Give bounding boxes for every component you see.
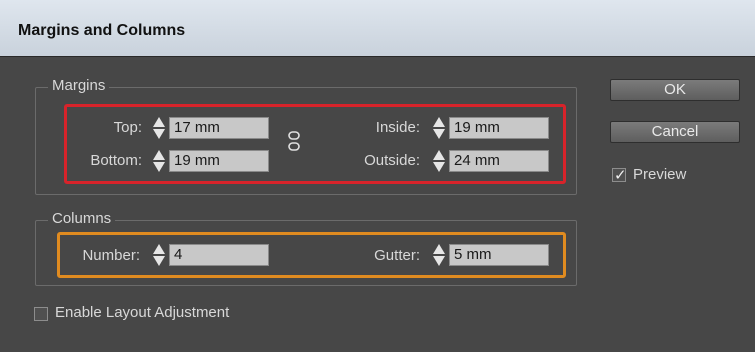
enable-layout-adjustment-label[interactable]: Enable Layout Adjustment bbox=[55, 304, 229, 321]
columns-group-label: Columns bbox=[48, 210, 116, 227]
number-field[interactable]: 4 bbox=[169, 244, 269, 266]
gutter-field[interactable]: 5 mm bbox=[449, 244, 549, 266]
top-field[interactable]: 17 mm bbox=[169, 117, 269, 139]
inside-spinner[interactable] bbox=[432, 117, 446, 139]
spinner-down-icon[interactable] bbox=[433, 162, 445, 172]
dialog-body: Margins Top: 17 mm Bottom: 19 mm Inside:… bbox=[0, 57, 755, 352]
margins-highlight bbox=[64, 104, 566, 184]
title-bar: Margins and Columns bbox=[0, 0, 755, 57]
spinner-up-icon[interactable] bbox=[433, 117, 445, 127]
spinner-down-icon[interactable] bbox=[153, 129, 165, 139]
spinner-down-icon[interactable] bbox=[433, 129, 445, 139]
top-spinner[interactable] bbox=[152, 117, 166, 139]
bottom-field[interactable]: 19 mm bbox=[169, 150, 269, 172]
number-spinner[interactable] bbox=[152, 244, 166, 266]
bottom-spinner[interactable] bbox=[152, 150, 166, 172]
spinner-down-icon[interactable] bbox=[153, 162, 165, 172]
number-label: Number: bbox=[82, 247, 140, 264]
outside-spinner[interactable] bbox=[432, 150, 446, 172]
enable-layout-adjustment-checkbox[interactable] bbox=[34, 307, 48, 321]
spinner-up-icon[interactable] bbox=[153, 244, 165, 254]
outside-field[interactable]: 24 mm bbox=[449, 150, 549, 172]
gutter-label: Gutter: bbox=[374, 247, 420, 264]
bottom-label: Bottom: bbox=[90, 152, 142, 169]
margins-group-label: Margins bbox=[48, 77, 110, 94]
cancel-button[interactable]: Cancel bbox=[610, 121, 740, 143]
spinner-down-icon[interactable] bbox=[433, 256, 445, 266]
spinner-up-icon[interactable] bbox=[433, 244, 445, 254]
chain-link-icon[interactable] bbox=[286, 131, 302, 151]
dialog-title: Margins and Columns bbox=[18, 22, 186, 39]
spinner-up-icon[interactable] bbox=[433, 150, 445, 160]
top-label: Top: bbox=[113, 119, 142, 136]
inside-label: Inside: bbox=[375, 119, 420, 136]
ok-button[interactable]: OK bbox=[610, 79, 740, 101]
inside-field[interactable]: 19 mm bbox=[449, 117, 549, 139]
spinner-up-icon[interactable] bbox=[153, 117, 165, 127]
spinner-down-icon[interactable] bbox=[153, 256, 165, 266]
spinner-up-icon[interactable] bbox=[153, 150, 165, 160]
preview-checkbox[interactable] bbox=[612, 166, 627, 184]
gutter-spinner[interactable] bbox=[432, 244, 446, 266]
preview-label[interactable]: Preview bbox=[633, 166, 686, 183]
outside-label: Outside: bbox=[364, 152, 420, 169]
